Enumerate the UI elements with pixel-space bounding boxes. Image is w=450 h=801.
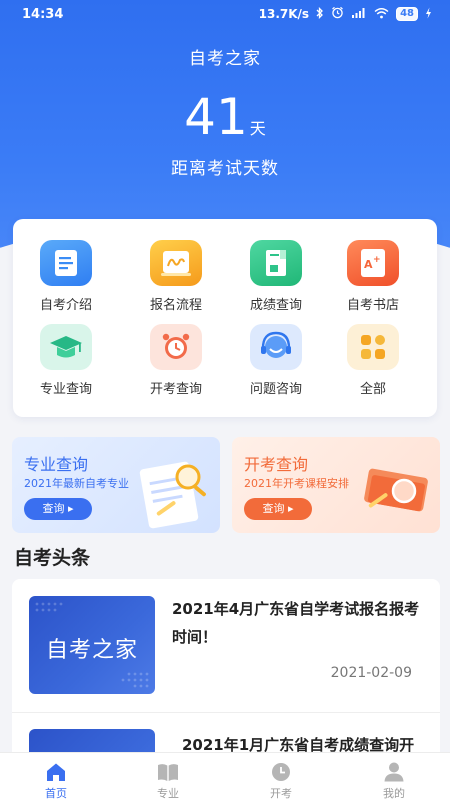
grid-item-consult[interactable]: 问题咨询 xyxy=(226,324,326,404)
banner-exam-query[interactable]: 开考查询 2021年开考课程安排 查询 ▸ xyxy=(232,437,440,533)
arrow-right-icon: ▸ xyxy=(287,502,294,515)
home-icon xyxy=(47,763,65,781)
document-icon xyxy=(40,240,92,286)
grid-label: 问题咨询 xyxy=(249,382,302,397)
grid-item-exam-schedule[interactable]: 开考查询 xyxy=(126,324,226,404)
svg-text:A: A xyxy=(364,258,373,271)
tab-profile[interactable]: 我的 xyxy=(338,753,450,801)
alarm-icon xyxy=(331,6,344,22)
news-title: 2021年4月广东省自学考试报名报考时间！ xyxy=(172,600,420,646)
status-bar: 14:34 13.7K/s 48 xyxy=(0,0,450,30)
countdown-number: 41 xyxy=(184,88,248,146)
network-speed: 13.7K/s xyxy=(258,7,310,21)
document-illustration-icon xyxy=(136,455,216,533)
tab-exam[interactable]: 开考 xyxy=(225,753,337,801)
news-item[interactable]: 自考之家 2021年4月广东省自学考试报名报考时间！ 2021-02-09 xyxy=(12,579,440,713)
wifi-icon xyxy=(374,7,389,22)
battery-indicator: 48 xyxy=(396,7,418,21)
grid-label: 成绩查询 xyxy=(249,298,302,313)
banner-major-query[interactable]: 专业查询 2021年最新自考专业 查询 ▸ xyxy=(12,437,220,533)
grid-label: 全部 xyxy=(359,382,386,397)
thumbnail-text: 自考之家 xyxy=(45,638,138,663)
signal-icon xyxy=(351,7,367,22)
folder-illustration-icon xyxy=(352,459,438,531)
book-store-icon: A + xyxy=(347,240,399,286)
banner-title: 专业查询 xyxy=(24,455,89,474)
news-thumbnail: 自考之家 xyxy=(29,596,155,694)
svg-text:+: + xyxy=(373,255,381,265)
status-time: 14:34 xyxy=(22,7,64,22)
tab-label: 开考 xyxy=(270,787,292,800)
bottom-tab-bar: 首页 专业 开考 我的 xyxy=(0,752,450,801)
tab-major[interactable]: 专业 xyxy=(112,753,224,801)
banner-query-button[interactable]: 查询 ▸ xyxy=(24,498,92,520)
grid-label: 开考查询 xyxy=(149,382,202,397)
alarm-clock-icon xyxy=(150,324,202,370)
app-title: 自考之家 xyxy=(189,49,261,69)
feature-grid: 自考介绍 报名流程 成绩查询 A + 自考书店 专业查询 开考查询 问题咨询 全… xyxy=(13,219,437,417)
tab-label: 我的 xyxy=(383,787,405,800)
tab-label: 专业 xyxy=(157,787,179,800)
exam-countdown: 41 天 xyxy=(0,88,450,146)
open-book-icon xyxy=(158,764,178,781)
grid-item-all[interactable]: 全部 xyxy=(323,324,423,404)
grid-item-major[interactable]: 专业查询 xyxy=(16,324,116,404)
grid-label: 报名流程 xyxy=(149,298,202,313)
banner-subtitle: 2021年开考课程安排 xyxy=(244,477,349,490)
grid-item-registration[interactable]: 报名流程 xyxy=(126,240,226,320)
charging-icon xyxy=(425,7,432,22)
button-label: 查询 xyxy=(42,502,65,515)
banner-query-button[interactable]: 查询 ▸ xyxy=(244,498,312,520)
banner-title: 开考查询 xyxy=(244,455,309,474)
flow-icon xyxy=(150,240,202,286)
status-icons: 13.7K/s 48 xyxy=(259,6,432,22)
headset-icon xyxy=(250,324,302,370)
grid-label: 专业查询 xyxy=(39,382,92,397)
tab-home[interactable]: 首页 xyxy=(0,753,112,801)
grid-item-intro[interactable]: 自考介绍 xyxy=(16,240,116,320)
grid-label: 自考书店 xyxy=(346,298,399,313)
grid-item-bookstore[interactable]: A + 自考书店 xyxy=(323,240,423,320)
graduation-cap-icon xyxy=(40,324,92,370)
clock-icon xyxy=(272,763,290,781)
banner-subtitle: 2021年最新自考专业 xyxy=(24,477,129,490)
grid-label: 自考介绍 xyxy=(39,298,92,313)
countdown-unit: 天 xyxy=(249,119,266,138)
grid-item-score[interactable]: 成绩查询 xyxy=(226,240,326,320)
apps-icon xyxy=(347,324,399,370)
bluetooth-icon xyxy=(316,6,324,22)
score-icon xyxy=(250,240,302,286)
tab-label: 首页 xyxy=(45,787,67,800)
arrow-right-icon: ▸ xyxy=(67,502,74,515)
news-section-title: 自考头条 xyxy=(14,547,91,569)
countdown-label: 距离考试天数 xyxy=(171,159,279,179)
button-label: 查询 xyxy=(262,502,285,515)
news-date: 2021-02-09 xyxy=(330,665,412,681)
news-list: 自考之家 2021年4月广东省自学考试报名报考时间！ 2021-02-09 20… xyxy=(12,579,440,759)
user-icon xyxy=(384,762,404,782)
